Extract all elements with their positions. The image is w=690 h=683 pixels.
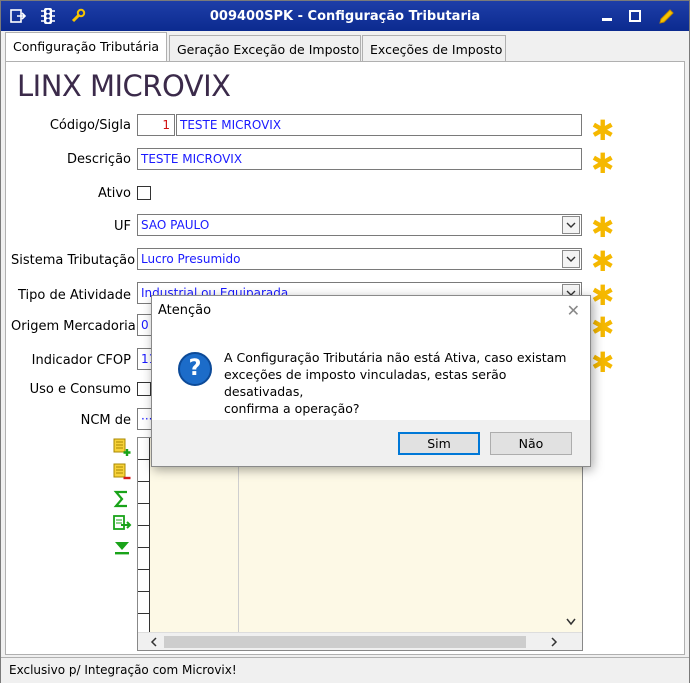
tab-configuracao-tributaria[interactable]: Configuração Tributária — [5, 32, 167, 61]
tipo-label: Tipo de Atividade — [17, 288, 131, 303]
minimize-icon[interactable] — [599, 8, 615, 24]
uf-value: SAO PAULO — [141, 218, 210, 232]
window-title: 009400SPK - Configuração Tributaria — [209, 9, 481, 24]
confirm-dialog: Atenção ✕ ? A Configuração Tributária nã… — [151, 295, 591, 467]
close-icon[interactable]: ✕ — [567, 301, 580, 320]
pencil-icon[interactable] — [657, 8, 674, 24]
dialog-message: A Configuração Tributária não está Ativa… — [224, 349, 579, 417]
ncm-label: NCM de — [80, 413, 131, 428]
grid-column-divider — [238, 438, 239, 634]
sistema-label: Sistema Tributação — [11, 253, 136, 268]
maximize-icon[interactable] — [627, 8, 643, 24]
dialog-message-line: confirma a operação? — [224, 401, 360, 416]
required-star-icon: ✱ — [591, 346, 615, 379]
export-grid-icon[interactable] — [112, 513, 132, 533]
uf-select[interactable]: SAO PAULO — [137, 214, 582, 236]
dialog-footer: Sim Não — [152, 420, 590, 466]
status-bar: Exclusivo p/ Integração com Microvix! — [1, 657, 689, 683]
required-star-icon: ✱ — [591, 311, 615, 344]
sigla-field[interactable]: TESTE MICROVIX — [176, 114, 582, 136]
codigo-field[interactable]: 1 — [137, 114, 175, 136]
data-grid[interactable] — [137, 437, 583, 651]
main-window: 009400SPK - Configuração Tributaria Conf… — [0, 0, 690, 683]
uso-label: Uso e Consumo — [29, 382, 131, 397]
descricao-label: Descrição — [67, 152, 131, 167]
grid-row-header — [138, 438, 150, 634]
add-row-icon[interactable] — [112, 437, 132, 457]
tab-geracao-excecao[interactable]: Geração Exceção de Imposto — [169, 35, 361, 61]
dialog-title: Atenção — [158, 303, 212, 318]
uf-dropdown-button[interactable] — [562, 216, 580, 234]
tab-excecoes-imposto[interactable]: Exceções de Imposto — [362, 35, 506, 61]
company-logo: LINX MICROVIX — [17, 69, 231, 103]
descricao-field[interactable]: TESTE MICROVIX — [137, 148, 582, 170]
scrollbar-thumb[interactable] — [164, 636, 526, 648]
dialog-message-line: exceções de imposto vinculadas, estas se… — [224, 367, 507, 399]
origem-value: 0 — [141, 318, 149, 332]
sistema-value: Lucro Presumido — [141, 252, 241, 266]
sistema-dropdown-button[interactable] — [562, 250, 580, 268]
scroll-left-icon[interactable] — [150, 636, 158, 650]
scroll-right-icon[interactable] — [550, 636, 558, 650]
chevron-down-icon — [566, 222, 576, 228]
ativo-label: Ativo — [97, 186, 131, 201]
sistema-select[interactable]: Lucro Presumido — [137, 248, 582, 270]
dialog-message-line: A Configuração Tributária não está Ativa… — [224, 350, 567, 365]
download-icon[interactable] — [112, 538, 132, 558]
horizontal-scrollbar[interactable] — [138, 632, 582, 650]
required-star-icon: ✱ — [591, 211, 615, 244]
uso-consumo-checkbox[interactable] — [137, 382, 151, 396]
question-icon: ? — [178, 352, 212, 386]
sum-icon[interactable] — [112, 489, 132, 509]
cfop-label: Indicador CFOP — [31, 353, 131, 368]
uf-label: UF — [114, 219, 131, 234]
yes-button[interactable]: Sim — [398, 432, 480, 455]
scroll-down-icon[interactable] — [566, 616, 576, 629]
origem-label: Origem Mercadoria — [11, 319, 136, 334]
required-star-icon: ✱ — [591, 147, 615, 180]
codigo-label: Código/Sigla — [49, 118, 131, 133]
chevron-down-icon — [566, 256, 576, 262]
no-button[interactable]: Não — [490, 432, 572, 455]
remove-row-icon[interactable] — [112, 462, 132, 482]
required-star-icon: ✱ — [591, 245, 615, 278]
title-bar: 009400SPK - Configuração Tributaria — [1, 1, 689, 31]
required-star-icon: ✱ — [591, 114, 615, 147]
required-star-icon: ✱ — [591, 279, 615, 312]
ativo-checkbox[interactable] — [137, 186, 151, 200]
